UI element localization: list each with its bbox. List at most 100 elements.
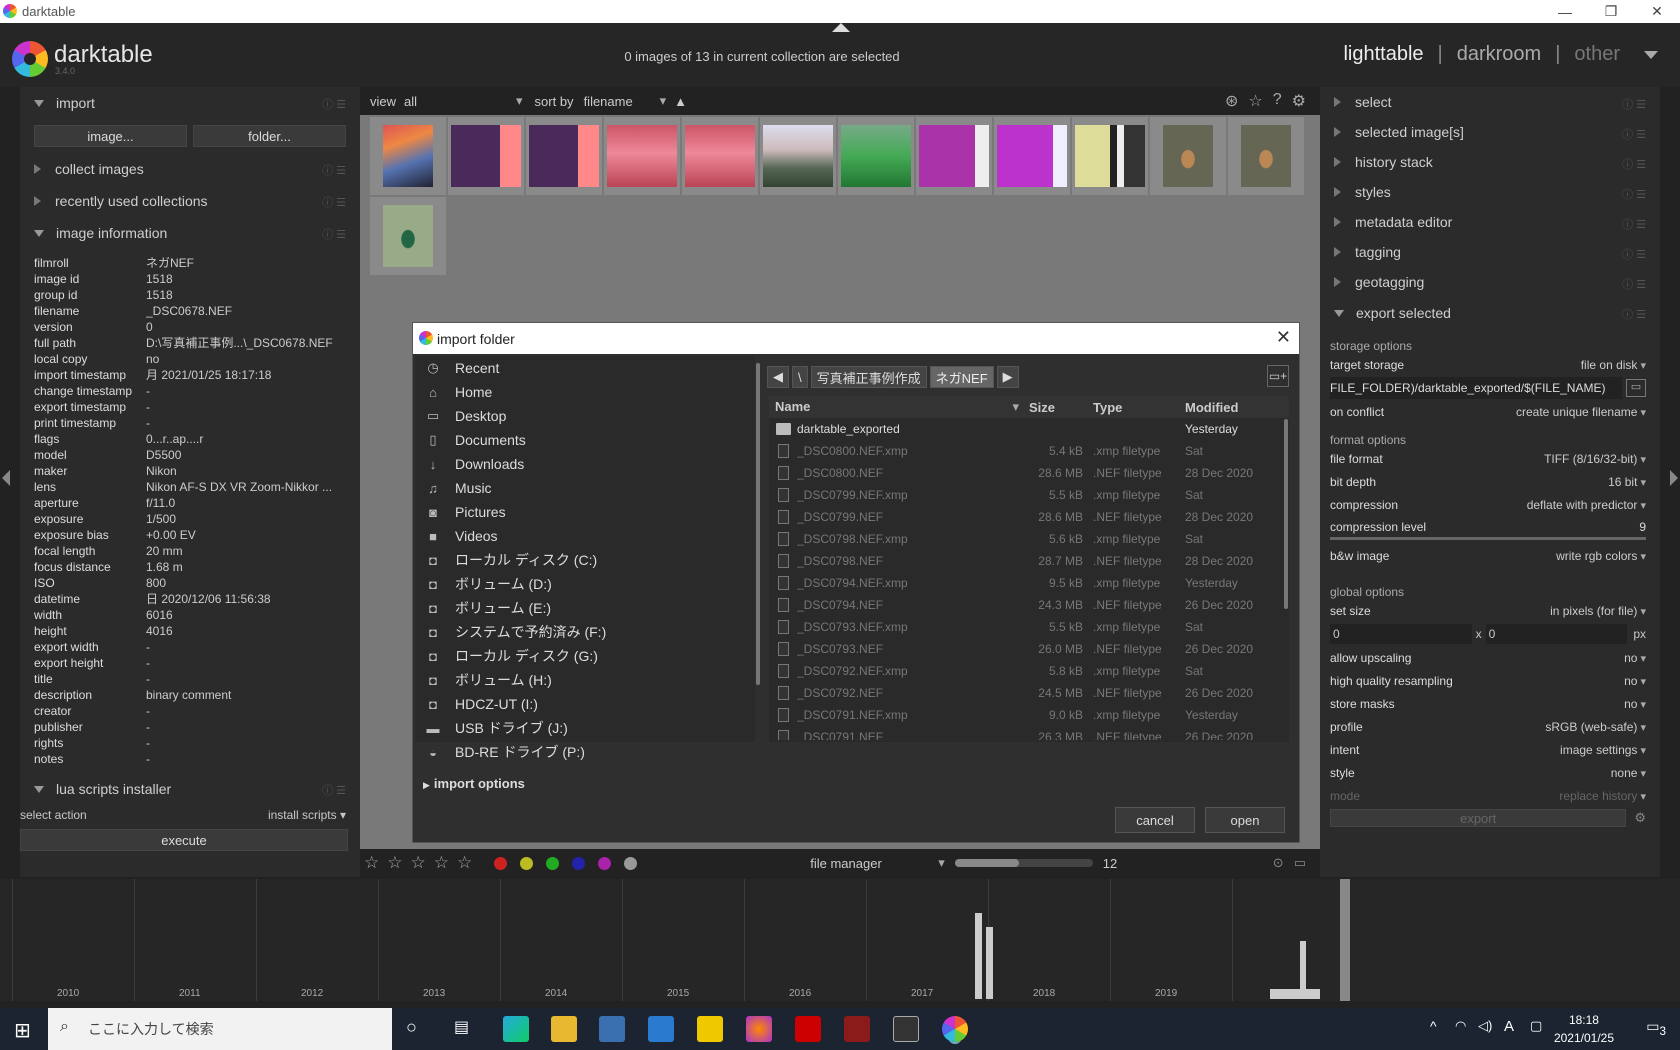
timeline-year[interactable]: 2013 bbox=[378, 879, 500, 1001]
file-row[interactable]: _DSC0799.NEF.xmp 5.5 kB .xmp filetype Sat bbox=[769, 484, 1289, 506]
mail-icon[interactable] bbox=[648, 1016, 674, 1042]
timeline-year[interactable]: 2016 bbox=[744, 879, 866, 1001]
timeline-year[interactable]: 2015 bbox=[622, 879, 744, 1001]
place-item[interactable]: ▭ Desktop bbox=[415, 404, 755, 428]
intent-dropdown[interactable]: intent image settings bbox=[1320, 738, 1660, 761]
module-icons[interactable]: ⓘ ☰ bbox=[1622, 96, 1646, 112]
action-center-icon[interactable]: ▭3 bbox=[1646, 1018, 1666, 1038]
chevron-down-icon[interactable]: ▾ bbox=[938, 855, 945, 871]
module-image-information[interactable]: image information ⓘ ☰ bbox=[20, 217, 360, 249]
edge-icon[interactable] bbox=[503, 1016, 529, 1042]
sort-dropdown[interactable]: filename bbox=[584, 94, 660, 109]
place-item[interactable]: ↓ Downloads bbox=[415, 452, 755, 476]
blue-label-icon[interactable] bbox=[572, 856, 586, 870]
views-dropdown-icon[interactable] bbox=[1644, 51, 1658, 59]
file-row[interactable]: _DSC0794.NEF.xmp 9.5 kB .xmp filetype Yeste… bbox=[769, 572, 1289, 594]
file-row[interactable]: _DSC0791.NEF 26.3 MB .NEF filetype 26 Dec 2… bbox=[769, 726, 1289, 740]
file-row[interactable]: darktable_exported Yesterday bbox=[769, 418, 1289, 440]
place-item[interactable]: ⌂ Home bbox=[415, 380, 755, 404]
yellow-label-icon[interactable] bbox=[520, 856, 534, 870]
view-other[interactable]: other bbox=[1574, 43, 1620, 66]
module-recent-collections[interactable]: recently used collections ⓘ ☰ bbox=[20, 185, 360, 217]
display-icon[interactable]: ▭ bbox=[1294, 855, 1306, 871]
collapse-top-arrow-icon[interactable] bbox=[832, 23, 850, 32]
explorer-icon[interactable] bbox=[551, 1016, 577, 1042]
view-filter-dropdown[interactable]: all bbox=[404, 94, 516, 109]
thumbnail[interactable] bbox=[994, 117, 1070, 195]
timeline-year[interactable]: 2011 bbox=[134, 879, 256, 1001]
file-row[interactable]: _DSC0791.NEF.xmp 9.0 kB .xmp filetype Yeste… bbox=[769, 704, 1289, 726]
focus-peaking-icon[interactable]: ⊙ bbox=[1273, 855, 1284, 871]
place-item[interactable]: ◘ システムで予約済み (F:) bbox=[415, 620, 755, 644]
export-path-input[interactable]: FILE_FOLDER)/darktable_exported/$(FILE_N… bbox=[1330, 377, 1622, 399]
on-conflict-dropdown[interactable]: on conflict create unique filename bbox=[1320, 400, 1660, 423]
breadcrumb-folder[interactable]: 写真補正事例作成 bbox=[810, 366, 927, 388]
view-lighttable[interactable]: lighttable bbox=[1343, 43, 1423, 66]
app-icon[interactable] bbox=[844, 1016, 870, 1042]
file-row[interactable]: _DSC0794.NEF 24.3 MB .NEF filetype 26 Dec 2… bbox=[769, 594, 1289, 616]
column-size[interactable]: Size bbox=[1029, 400, 1093, 415]
sort-ascending-icon[interactable]: ▲ bbox=[674, 94, 687, 109]
bit-depth-dropdown[interactable]: bit depth 16 bit bbox=[1320, 470, 1660, 493]
thumbnail[interactable] bbox=[604, 117, 680, 195]
thumbnail[interactable] bbox=[838, 117, 914, 195]
store-icon[interactable] bbox=[599, 1016, 625, 1042]
open-button[interactable]: open bbox=[1205, 807, 1285, 833]
import-image-button[interactable]: image... bbox=[34, 125, 187, 147]
clear-label-icon[interactable] bbox=[624, 856, 638, 870]
star-overlay-icon[interactable]: ☆ bbox=[1248, 91, 1262, 111]
cancel-button[interactable]: cancel bbox=[1115, 807, 1195, 833]
place-item[interactable]: ◘ ローカル ディスク (C:) bbox=[415, 548, 755, 572]
file-row[interactable]: _DSC0799.NEF 28.6 MB .NEF filetype 28 Dec 2… bbox=[769, 506, 1289, 528]
style-dropdown[interactable]: style none bbox=[1320, 761, 1660, 784]
thumbnail[interactable] bbox=[1072, 117, 1148, 195]
hq-resampling-dropdown[interactable]: high quality resampling no bbox=[1320, 669, 1660, 692]
thumbnail[interactable] bbox=[370, 197, 446, 275]
place-item[interactable]: ◘ ローカル ディスク (G:) bbox=[415, 644, 755, 668]
place-item[interactable]: ▬ USB ドライブ (J:) bbox=[415, 716, 755, 740]
close-icon[interactable]: ✕ bbox=[1276, 327, 1291, 348]
place-item[interactable]: ♫ Music bbox=[415, 476, 755, 500]
sort-down-icon[interactable]: ▾ bbox=[1012, 399, 1019, 415]
timeline-year[interactable]: 2017 bbox=[866, 879, 988, 1001]
forward-arrow-icon[interactable]: ▶ bbox=[996, 366, 1019, 388]
clock[interactable]: 18:18 2021/01/25 bbox=[1554, 1011, 1614, 1047]
thumbnail[interactable] bbox=[760, 117, 836, 195]
taskbar-search[interactable]: ⌕ ここに入力して検索 bbox=[48, 1008, 392, 1050]
compression-dropdown[interactable]: compression deflate with predictor bbox=[1320, 493, 1660, 516]
view-darkroom[interactable]: darkroom bbox=[1457, 43, 1541, 66]
file-format-dropdown[interactable]: file format TIFF (8/16/32-bit) bbox=[1320, 447, 1660, 470]
files-scrollbar[interactable] bbox=[1284, 419, 1288, 609]
module-icons[interactable]: ⓘ ☰ bbox=[1622, 186, 1646, 202]
module-icons[interactable]: ⓘ ☰ bbox=[1622, 276, 1646, 292]
module-styles[interactable]: styles ⓘ ☰ bbox=[1320, 177, 1660, 207]
task-view-icon[interactable]: ▤ bbox=[454, 1017, 469, 1037]
new-folder-icon[interactable]: ▭+ bbox=[1267, 365, 1289, 387]
place-item[interactable]: ◒ BD-RE ドライブ (P:) bbox=[415, 740, 755, 764]
timeline-year[interactable]: 2010 bbox=[12, 879, 134, 1001]
allow-upscaling-dropdown[interactable]: allow upscaling no bbox=[1320, 646, 1660, 669]
import-options-expander[interactable]: ▶ import options bbox=[423, 776, 525, 791]
bw-image-dropdown[interactable]: b&w image write rgb colors bbox=[1320, 544, 1660, 567]
timeline[interactable]: 2010 2011 2012 2013 2014 2015 2016 2017 2018 2019… bbox=[0, 879, 1680, 1001]
star-icon[interactable]: ☆ bbox=[434, 853, 449, 872]
network-icon[interactable]: ◠ bbox=[1455, 1018, 1466, 1034]
module-icons[interactable]: ⓘ ☰ bbox=[322, 194, 346, 210]
timeline-year[interactable]: 2020 bbox=[1232, 879, 1354, 1001]
import-folder-button[interactable]: folder... bbox=[193, 125, 346, 147]
tray-up-icon[interactable]: ^ bbox=[1430, 1018, 1437, 1034]
file-row[interactable]: _DSC0793.NEF 26.0 MB .NEF filetype 26 Dec 2… bbox=[769, 638, 1289, 660]
file-row[interactable]: _DSC0798.NEF.xmp 5.6 kB .xmp filetype Sat bbox=[769, 528, 1289, 550]
maximize-button[interactable]: ❐ bbox=[1588, 0, 1634, 23]
profile-dropdown[interactable]: profile sRGB (web-safe) bbox=[1320, 715, 1660, 738]
column-name[interactable]: Name ▾ bbox=[769, 399, 1029, 415]
module-import[interactable]: import ⓘ ☰ bbox=[20, 87, 360, 119]
star-icon[interactable]: ☆ bbox=[411, 853, 426, 872]
module-icons[interactable]: ⓘ ☰ bbox=[322, 782, 346, 798]
place-item[interactable]: ◘ ボリューム (E:) bbox=[415, 596, 755, 620]
target-storage-dropdown[interactable]: target storage file on disk bbox=[1320, 353, 1660, 376]
breadcrumb-current[interactable]: ネガNEF bbox=[929, 366, 994, 388]
place-item[interactable]: ◘ HDCZ-UT (I:) bbox=[415, 692, 755, 716]
zoom-slider[interactable] bbox=[954, 859, 1093, 867]
file-row[interactable]: _DSC0793.NEF.xmp 5.5 kB .xmp filetype Sat bbox=[769, 616, 1289, 638]
